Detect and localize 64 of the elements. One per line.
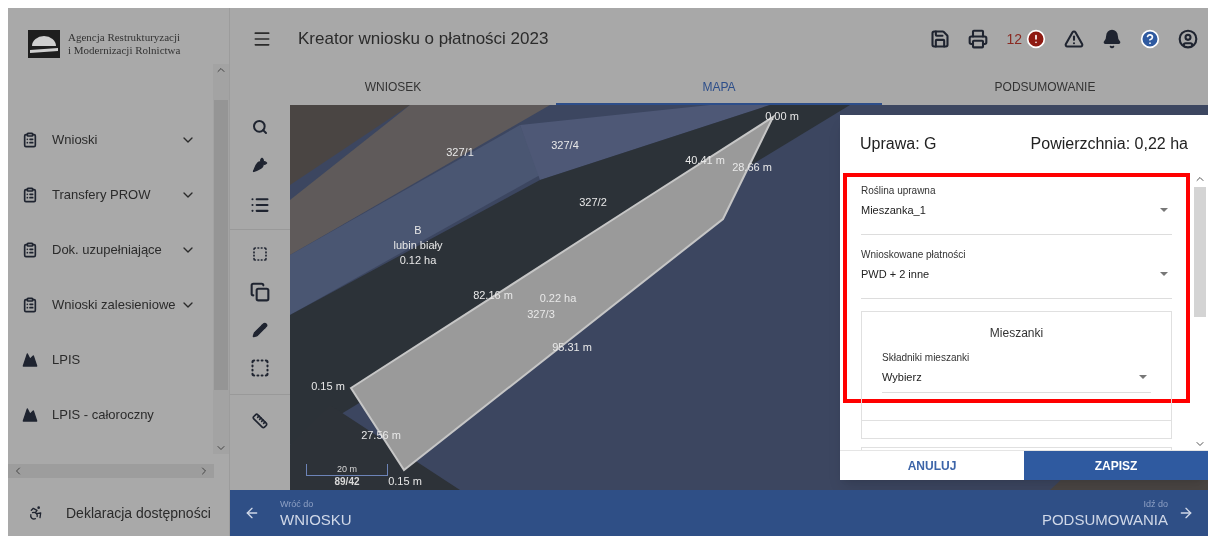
help-icon[interactable] <box>1140 29 1160 49</box>
page-title: Kreator wniosku o płatności 2023 <box>298 28 550 51</box>
logo-icon <box>28 30 60 58</box>
bell-icon[interactable] <box>1102 29 1122 49</box>
save-button[interactable]: ZAPISZ <box>1024 451 1208 480</box>
map-label: 0.00 m <box>765 108 799 124</box>
warning-icon[interactable] <box>1064 29 1084 49</box>
scale-bar: 20 m <box>306 464 388 476</box>
map-label: 0.12 ha <box>399 252 437 268</box>
sidebar-item[interactable]: Deklaracja dostępności <box>8 490 229 536</box>
select-field[interactable]: Wnioskowane płatności PWD + 2 inne <box>861 247 1172 299</box>
crop-label: Uprawa: G <box>860 134 937 154</box>
save-icon[interactable] <box>930 29 951 49</box>
logo-text: Agencja Restrukturyzacji <box>68 31 181 44</box>
accessibility-icon <box>28 505 44 521</box>
map-label: 327/4 <box>551 137 579 153</box>
sidebar-item[interactable]: Wnioski <box>8 112 198 167</box>
error-icon[interactable] <box>1026 29 1046 49</box>
pencil-icon[interactable] <box>252 322 268 338</box>
map-label: 327/1 <box>446 144 474 160</box>
map-label: 327/3 <box>527 306 555 322</box>
next-link[interactable]: Idź do PODSUMOWANIA <box>1041 499 1194 527</box>
clipboard-icon <box>22 186 38 203</box>
section-title: Mieszanki <box>988 325 1045 342</box>
sidebar-item[interactable]: LPIS - całoroczny <box>8 387 198 442</box>
area-label: Powierzchnia: 0,22 ha <box>1030 134 1188 154</box>
map-label: 0.15 m <box>311 378 345 394</box>
rectangle-icon[interactable] <box>250 358 270 378</box>
search-icon[interactable] <box>252 119 268 135</box>
dropdown-caret-icon <box>1160 272 1168 277</box>
map-label: 327/2 <box>579 194 607 210</box>
sidebar-item[interactable]: Wnioski zalesieniowe <box>8 277 198 332</box>
sidebar-item[interactable]: Transfery PROW <box>8 167 198 222</box>
copy-icon[interactable] <box>250 282 270 302</box>
dropdown-caret-icon <box>1160 208 1168 213</box>
list-icon[interactable] <box>250 195 270 215</box>
sidebar-item[interactable]: LPIS <box>8 332 198 387</box>
clipboard-icon <box>22 241 38 258</box>
dropdown-caret-icon <box>1139 375 1147 380</box>
account-icon[interactable] <box>1178 29 1198 49</box>
cancel-button[interactable]: ANULUJ <box>840 451 1024 480</box>
menu-icon[interactable] <box>252 29 272 49</box>
map-label: 0.22 ha <box>539 290 577 306</box>
mountain-icon <box>22 406 38 423</box>
back-link[interactable]: Wróć do WNIOSKU <box>244 499 352 527</box>
tab[interactable]: PODSUMOWANIE <box>882 70 1208 105</box>
map-label: 0.15 m <box>388 473 422 489</box>
arrow-right-icon <box>1178 505 1194 521</box>
map-label: lubin biały <box>393 237 443 253</box>
tab[interactable]: WNIOSEK <box>230 70 556 105</box>
ruler-icon[interactable] <box>252 413 268 429</box>
arrow-left-icon <box>244 505 260 521</box>
mountain-icon <box>22 351 38 368</box>
clipboard-icon <box>22 131 38 148</box>
print-icon[interactable] <box>968 29 989 49</box>
map-label: B <box>414 222 422 238</box>
select-field[interactable]: Składniki mieszanki Wybierz <box>882 350 1151 393</box>
logo-text: i Modernizacji Rolnictwa <box>68 44 181 57</box>
sidebar-item[interactable]: Dok. uzupełniające <box>8 222 198 277</box>
sheet-number: 89/42 <box>334 476 360 488</box>
clipboard-icon <box>22 296 38 313</box>
error-count: 12 <box>1006 29 1022 49</box>
select-field[interactable]: Roślina uprawna Mieszanka_1 <box>861 183 1172 235</box>
select-area-icon[interactable] <box>252 246 268 262</box>
